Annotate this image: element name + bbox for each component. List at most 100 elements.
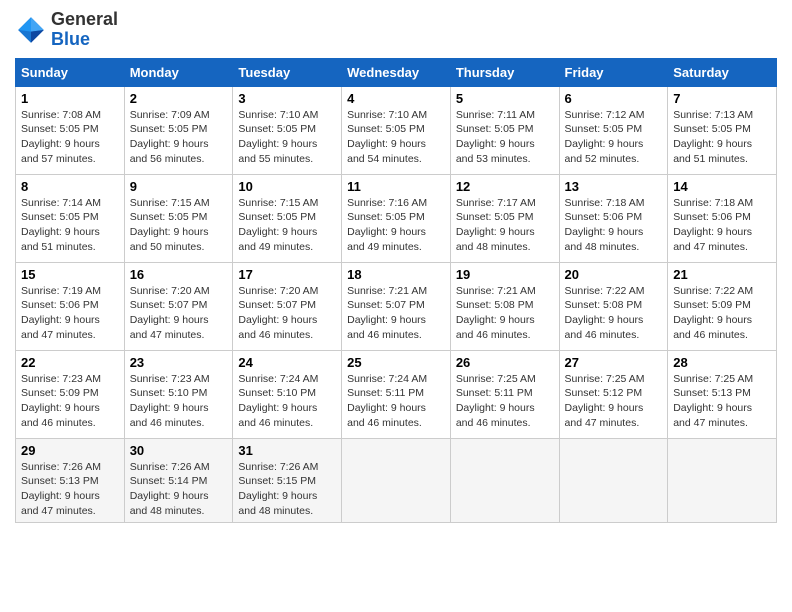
calendar-cell: 7 Sunrise: 7:13 AM Sunset: 5:05 PM Dayli… xyxy=(668,86,777,174)
daylight: Daylight: 9 hours and 46 minutes. xyxy=(238,314,317,341)
daylight: Daylight: 9 hours and 56 minutes. xyxy=(130,138,209,165)
calendar-cell xyxy=(450,438,559,523)
sunrise: Sunrise: 7:26 AM xyxy=(130,461,210,473)
sunrise: Sunrise: 7:25 AM xyxy=(456,373,536,385)
week-row-4: 22 Sunrise: 7:23 AM Sunset: 5:09 PM Dayl… xyxy=(16,350,777,438)
col-thursday: Thursday xyxy=(450,58,559,86)
sunrise: Sunrise: 7:24 AM xyxy=(347,373,427,385)
day-info: Sunrise: 7:16 AM Sunset: 5:05 PM Dayligh… xyxy=(347,196,445,255)
daylight: Daylight: 9 hours and 57 minutes. xyxy=(21,138,100,165)
daylight: Daylight: 9 hours and 46 minutes. xyxy=(130,402,209,429)
day-number: 31 xyxy=(238,443,336,458)
day-info: Sunrise: 7:20 AM Sunset: 5:07 PM Dayligh… xyxy=(130,284,228,343)
sunset: Sunset: 5:05 PM xyxy=(130,211,208,223)
day-number: 12 xyxy=(456,179,554,194)
sunrise: Sunrise: 7:10 AM xyxy=(238,109,318,121)
daylight: Daylight: 9 hours and 46 minutes. xyxy=(456,314,535,341)
daylight: Daylight: 9 hours and 47 minutes. xyxy=(21,314,100,341)
sunset: Sunset: 5:10 PM xyxy=(238,387,316,399)
daylight: Daylight: 9 hours and 46 minutes. xyxy=(21,402,100,429)
sunset: Sunset: 5:05 PM xyxy=(456,211,534,223)
sunrise: Sunrise: 7:25 AM xyxy=(565,373,645,385)
daylight: Daylight: 9 hours and 49 minutes. xyxy=(347,226,426,253)
daylight: Daylight: 9 hours and 47 minutes. xyxy=(673,402,752,429)
sunset: Sunset: 5:08 PM xyxy=(456,299,534,311)
calendar-cell: 18 Sunrise: 7:21 AM Sunset: 5:07 PM Dayl… xyxy=(342,262,451,350)
day-info: Sunrise: 7:26 AM Sunset: 5:15 PM Dayligh… xyxy=(238,460,336,519)
sunset: Sunset: 5:09 PM xyxy=(21,387,99,399)
sunrise: Sunrise: 7:21 AM xyxy=(456,285,536,297)
sunset: Sunset: 5:05 PM xyxy=(673,123,751,135)
sunset: Sunset: 5:07 PM xyxy=(238,299,316,311)
daylight: Daylight: 9 hours and 53 minutes. xyxy=(456,138,535,165)
calendar-cell: 6 Sunrise: 7:12 AM Sunset: 5:05 PM Dayli… xyxy=(559,86,668,174)
sunrise: Sunrise: 7:15 AM xyxy=(238,197,318,209)
daylight: Daylight: 9 hours and 46 minutes. xyxy=(347,402,426,429)
day-number: 16 xyxy=(130,267,228,282)
calendar-cell: 20 Sunrise: 7:22 AM Sunset: 5:08 PM Dayl… xyxy=(559,262,668,350)
sunset: Sunset: 5:05 PM xyxy=(238,211,316,223)
sunset: Sunset: 5:07 PM xyxy=(347,299,425,311)
sunrise: Sunrise: 7:20 AM xyxy=(238,285,318,297)
sunrise: Sunrise: 7:25 AM xyxy=(673,373,753,385)
day-number: 11 xyxy=(347,179,445,194)
sunrise: Sunrise: 7:11 AM xyxy=(456,109,535,121)
calendar-cell: 1 Sunrise: 7:08 AM Sunset: 5:05 PM Dayli… xyxy=(16,86,125,174)
day-number: 7 xyxy=(673,91,771,106)
day-info: Sunrise: 7:23 AM Sunset: 5:09 PM Dayligh… xyxy=(21,372,119,431)
sunrise: Sunrise: 7:23 AM xyxy=(130,373,210,385)
day-number: 30 xyxy=(130,443,228,458)
sunrise: Sunrise: 7:21 AM xyxy=(347,285,427,297)
calendar-cell: 16 Sunrise: 7:20 AM Sunset: 5:07 PM Dayl… xyxy=(124,262,233,350)
sunset: Sunset: 5:15 PM xyxy=(238,475,316,487)
sunset: Sunset: 5:13 PM xyxy=(21,475,99,487)
sunrise: Sunrise: 7:23 AM xyxy=(21,373,101,385)
day-info: Sunrise: 7:21 AM Sunset: 5:08 PM Dayligh… xyxy=(456,284,554,343)
calendar-cell: 23 Sunrise: 7:23 AM Sunset: 5:10 PM Dayl… xyxy=(124,350,233,438)
calendar-cell: 19 Sunrise: 7:21 AM Sunset: 5:08 PM Dayl… xyxy=(450,262,559,350)
daylight: Daylight: 9 hours and 47 minutes. xyxy=(130,314,209,341)
calendar-cell: 12 Sunrise: 7:17 AM Sunset: 5:05 PM Dayl… xyxy=(450,174,559,262)
day-number: 21 xyxy=(673,267,771,282)
daylight: Daylight: 9 hours and 47 minutes. xyxy=(673,226,752,253)
day-info: Sunrise: 7:23 AM Sunset: 5:10 PM Dayligh… xyxy=(130,372,228,431)
day-info: Sunrise: 7:26 AM Sunset: 5:13 PM Dayligh… xyxy=(21,460,119,519)
day-number: 27 xyxy=(565,355,663,370)
day-number: 14 xyxy=(673,179,771,194)
week-row-1: 1 Sunrise: 7:08 AM Sunset: 5:05 PM Dayli… xyxy=(16,86,777,174)
sunrise: Sunrise: 7:12 AM xyxy=(565,109,645,121)
day-number: 1 xyxy=(21,91,119,106)
daylight: Daylight: 9 hours and 51 minutes. xyxy=(21,226,100,253)
calendar-cell: 10 Sunrise: 7:15 AM Sunset: 5:05 PM Dayl… xyxy=(233,174,342,262)
calendar-cell xyxy=(342,438,451,523)
sunrise: Sunrise: 7:26 AM xyxy=(238,461,318,473)
sunrise: Sunrise: 7:18 AM xyxy=(673,197,753,209)
calendar-table: Sunday Monday Tuesday Wednesday Thursday… xyxy=(15,58,777,524)
calendar-header-row: Sunday Monday Tuesday Wednesday Thursday… xyxy=(16,58,777,86)
sunset: Sunset: 5:14 PM xyxy=(130,475,208,487)
calendar-cell: 13 Sunrise: 7:18 AM Sunset: 5:06 PM Dayl… xyxy=(559,174,668,262)
logo-blue: Blue xyxy=(51,29,90,49)
day-number: 4 xyxy=(347,91,445,106)
day-info: Sunrise: 7:13 AM Sunset: 5:05 PM Dayligh… xyxy=(673,108,771,167)
calendar-cell: 30 Sunrise: 7:26 AM Sunset: 5:14 PM Dayl… xyxy=(124,438,233,523)
daylight: Daylight: 9 hours and 48 minutes. xyxy=(565,226,644,253)
daylight: Daylight: 9 hours and 55 minutes. xyxy=(238,138,317,165)
day-info: Sunrise: 7:14 AM Sunset: 5:05 PM Dayligh… xyxy=(21,196,119,255)
week-row-5: 29 Sunrise: 7:26 AM Sunset: 5:13 PM Dayl… xyxy=(16,438,777,523)
calendar-cell: 11 Sunrise: 7:16 AM Sunset: 5:05 PM Dayl… xyxy=(342,174,451,262)
day-info: Sunrise: 7:25 AM Sunset: 5:11 PM Dayligh… xyxy=(456,372,554,431)
day-info: Sunrise: 7:10 AM Sunset: 5:05 PM Dayligh… xyxy=(347,108,445,167)
sunrise: Sunrise: 7:15 AM xyxy=(130,197,210,209)
sunrise: Sunrise: 7:19 AM xyxy=(21,285,101,297)
day-info: Sunrise: 7:18 AM Sunset: 5:06 PM Dayligh… xyxy=(565,196,663,255)
day-info: Sunrise: 7:25 AM Sunset: 5:12 PM Dayligh… xyxy=(565,372,663,431)
sunset: Sunset: 5:11 PM xyxy=(347,387,424,399)
day-info: Sunrise: 7:26 AM Sunset: 5:14 PM Dayligh… xyxy=(130,460,228,519)
day-info: Sunrise: 7:25 AM Sunset: 5:13 PM Dayligh… xyxy=(673,372,771,431)
col-wednesday: Wednesday xyxy=(342,58,451,86)
calendar-cell: 21 Sunrise: 7:22 AM Sunset: 5:09 PM Dayl… xyxy=(668,262,777,350)
day-number: 15 xyxy=(21,267,119,282)
day-info: Sunrise: 7:22 AM Sunset: 5:08 PM Dayligh… xyxy=(565,284,663,343)
daylight: Daylight: 9 hours and 46 minutes. xyxy=(456,402,535,429)
